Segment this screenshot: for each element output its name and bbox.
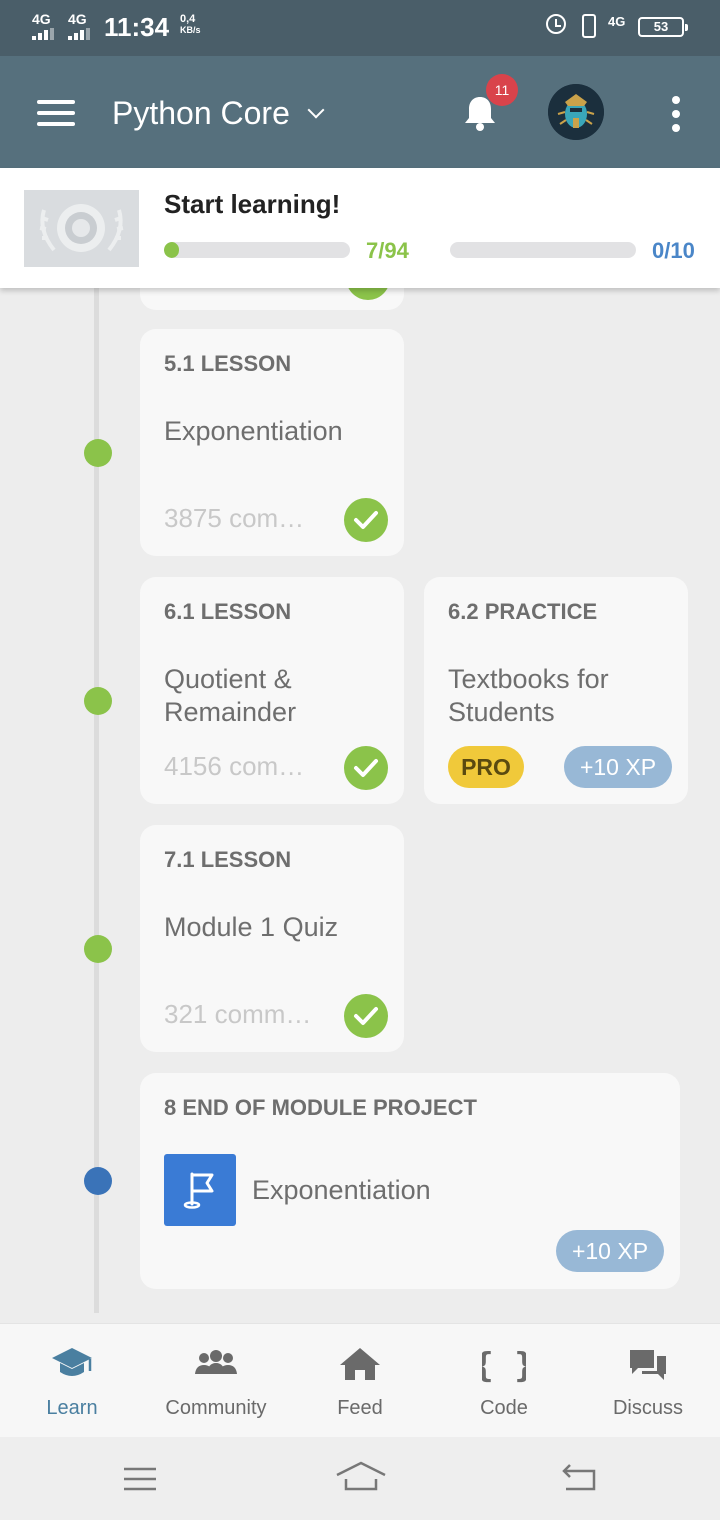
lesson-tag: 7.1 LESSON	[164, 847, 292, 872]
certificate-badge-icon	[24, 190, 139, 267]
menu-icon[interactable]	[37, 100, 75, 126]
project-title: Exponentiation	[252, 1175, 431, 1205]
speed-unit: KB/s	[180, 25, 201, 35]
lessons-progress-count: 7/94	[366, 238, 409, 263]
lessons-progress-bar	[164, 242, 350, 258]
timeline-dot	[84, 439, 112, 467]
people-icon	[195, 1350, 237, 1374]
lesson-tag: 6.1 LESSON	[164, 599, 292, 624]
status-bar: 4G 4G 11:34 0,4 KB/s 4G 53	[0, 0, 720, 56]
start-learning-title: Start learning!	[164, 189, 341, 219]
svg-text:{ }: { }	[482, 1346, 526, 1384]
practice-card[interactable]: 6.2 PRACTICE Textbooks for Students PRO …	[424, 577, 688, 804]
timeline-dot-current	[84, 1167, 112, 1195]
system-nav-bar	[0, 1437, 720, 1520]
lesson-title: Module 1 Quiz	[164, 912, 339, 942]
network-speed: 0,4 KB/s	[180, 14, 201, 36]
nav-label: Learn	[46, 1397, 98, 1419]
check-icon	[344, 498, 388, 542]
nav-item-discuss[interactable]: Discuss	[576, 1324, 720, 1438]
lessons-progress-fill	[164, 242, 179, 258]
timeline-dot	[84, 935, 112, 963]
progress-header: Start learning! 7/94 0/10	[0, 168, 720, 288]
signal-sim2-icon: 4G	[68, 12, 94, 40]
notification-badge: 11	[486, 74, 518, 106]
timeline-dot	[84, 687, 112, 715]
nav-label: Discuss	[612, 1397, 683, 1419]
course-selector[interactable]: Python Core	[112, 95, 290, 132]
lesson-comments[interactable]: 321 comm…	[164, 999, 311, 1030]
battery-icon: 53	[638, 17, 688, 37]
check-icon	[344, 994, 388, 1038]
lesson-card[interactable]: 5.1 LESSON Exponentiation 3875 com…	[140, 329, 404, 556]
project-card[interactable]: 8 END OF MODULE PROJECT Exponentiation +…	[140, 1073, 680, 1289]
avatar[interactable]	[548, 84, 604, 140]
network-type: 4G	[608, 14, 626, 29]
project-tag: 8 END OF MODULE PROJECT	[164, 1095, 477, 1120]
projects-progress-bar	[450, 242, 636, 258]
system-home-icon[interactable]	[334, 1459, 388, 1495]
home-icon	[340, 1348, 380, 1380]
xp-badge: +10 XP	[564, 746, 672, 788]
recents-icon[interactable]	[122, 1465, 158, 1493]
nav-item-feed[interactable]: Feed	[288, 1324, 432, 1438]
nav-item-community[interactable]: Community	[144, 1324, 288, 1438]
lesson-comments[interactable]: 3875 com…	[164, 503, 304, 534]
flag-icon	[164, 1154, 236, 1226]
bottom-nav: Learn Community Feed { } Code Discuss	[0, 1323, 720, 1438]
lesson-card[interactable]: 7.1 LESSON Module 1 Quiz 321 comm…	[140, 825, 404, 1052]
clock: 11:34	[104, 12, 170, 42]
nav-item-code[interactable]: { } Code	[432, 1324, 576, 1438]
lesson-title: Quotient & Remainder	[164, 664, 297, 727]
projects-progress-count: 0/10	[652, 238, 695, 263]
nav-label: Community	[165, 1397, 267, 1419]
xp-badge: +10 XP	[556, 1230, 664, 1272]
chat-bubbles-icon	[630, 1350, 666, 1380]
lesson-title: Exponentiation	[164, 416, 343, 446]
nav-item-learn[interactable]: Learn	[0, 1324, 144, 1438]
app-bar	[0, 56, 720, 168]
speed-value: 0,4	[180, 13, 196, 25]
check-icon	[344, 746, 388, 790]
alarm-icon	[546, 14, 566, 34]
vibrate-icon	[582, 14, 596, 38]
practice-tag: 6.2 PRACTICE	[448, 599, 598, 624]
nav-label: Feed	[337, 1397, 383, 1419]
nav-label: Code	[480, 1397, 528, 1419]
back-icon[interactable]	[560, 1461, 600, 1495]
course-title: Python Core	[112, 95, 290, 131]
pro-badge: PRO	[448, 746, 524, 788]
lesson-tag: 5.1 LESSON	[164, 351, 292, 376]
graduation-cap-icon	[52, 1348, 92, 1376]
more-options-icon[interactable]	[670, 96, 682, 132]
lesson-comments[interactable]: 4156 com…	[164, 751, 304, 782]
braces-icon: { }	[482, 1346, 526, 1384]
signal-sim1-icon: 4G	[32, 12, 58, 40]
practice-title: Textbooks for Students	[448, 664, 609, 727]
battery-level: 53	[653, 19, 669, 34]
lesson-card[interactable]: 6.1 LESSON Quotient & Remainder 4156 com…	[140, 577, 404, 804]
